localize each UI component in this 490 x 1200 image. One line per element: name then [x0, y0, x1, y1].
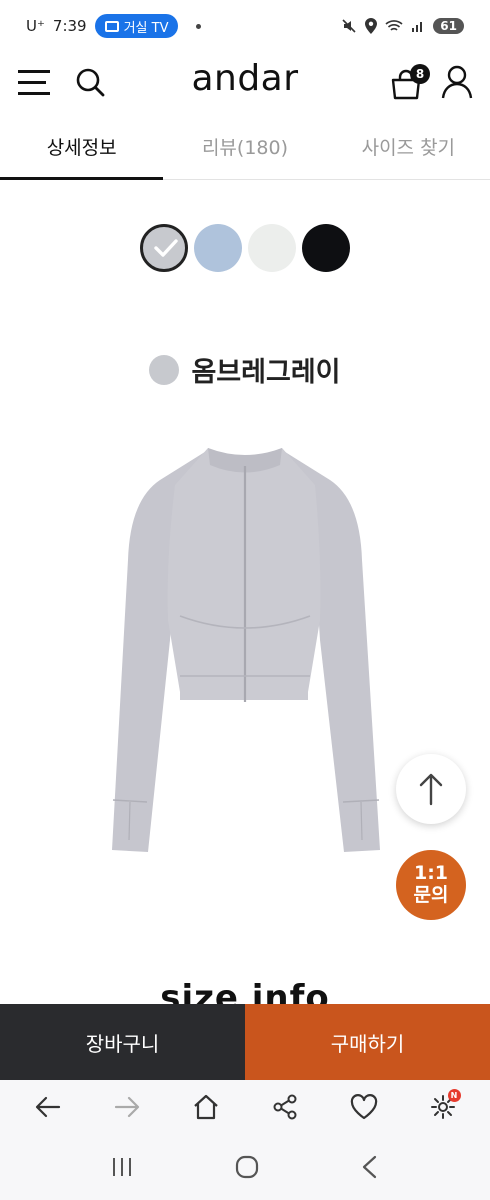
add-to-cart-button[interactable]: 장바구니: [0, 1004, 245, 1080]
selected-color-name: 옴브레그레이: [191, 357, 341, 388]
cast-label: 거실 TV: [123, 20, 169, 36]
cart-count-badge: 8: [410, 64, 430, 84]
tab-details[interactable]: 상세정보: [0, 114, 164, 180]
clock: 7:39: [52, 17, 87, 35]
new-badge-icon: N: [447, 1089, 461, 1102]
system-back-icon[interactable]: [360, 1155, 380, 1179]
check-icon: [154, 239, 178, 257]
selected-color-row: 옴브레그레이: [0, 350, 490, 389]
status-bar: U⁺ 7:39 거실 TV 61: [0, 0, 490, 52]
carrier-label: U⁺: [26, 17, 45, 35]
recent-apps-icon[interactable]: [110, 1156, 134, 1178]
wifi-icon: [385, 20, 403, 31]
tab-reviews[interactable]: 리뷰(180): [163, 114, 326, 179]
home-icon: [193, 1094, 218, 1120]
back-button[interactable]: [28, 1087, 68, 1127]
share-button[interactable]: [265, 1087, 305, 1127]
mute-icon: [342, 19, 356, 33]
selected-color-dot: [149, 354, 180, 385]
home-button[interactable]: [186, 1087, 226, 1127]
status-left: U⁺ 7:39 거실 TV: [26, 14, 202, 38]
color-swatches: [0, 224, 490, 272]
purchase-bar: 장바구니 구매하기: [0, 1004, 490, 1080]
inquiry-line-2: 문의: [413, 884, 449, 906]
user-icon[interactable]: [440, 64, 474, 100]
product-tabs: 상세정보 리뷰(180) 사이즈 찾기: [0, 114, 490, 180]
browser-toolbar: N: [0, 1080, 490, 1134]
scroll-to-top-button[interactable]: [396, 754, 466, 824]
arrow-up-icon: [419, 773, 443, 806]
signal-icon: [412, 22, 423, 32]
product-image: [112, 448, 380, 852]
status-right: 61: [341, 18, 464, 34]
swatch-white[interactable]: [248, 224, 296, 272]
swatch-ombre-gray[interactable]: [140, 224, 188, 272]
site-header: andar 8: [0, 52, 490, 114]
tab-size-finder[interactable]: 사이즈 찾기: [327, 114, 490, 179]
cast-chip[interactable]: 거실 TV: [94, 14, 179, 38]
swatch-black[interactable]: [302, 224, 350, 272]
system-navigation: [0, 1134, 490, 1200]
battery-indicator: 61: [433, 18, 464, 34]
one-to-one-inquiry-button[interactable]: 1:1 문의: [396, 850, 466, 920]
location-icon: [365, 18, 378, 34]
forward-button[interactable]: [107, 1087, 147, 1127]
home-circle-icon[interactable]: [234, 1154, 260, 1180]
swatch-light-blue[interactable]: [194, 224, 242, 272]
inquiry-line-1: 1:1: [413, 862, 449, 885]
settings-button[interactable]: N: [423, 1087, 463, 1127]
arrow-left-icon: [35, 1096, 60, 1118]
heart-icon: [350, 1094, 377, 1120]
notification-dot-icon: [196, 23, 202, 29]
arrow-right-icon: [114, 1096, 139, 1118]
tv-icon: [104, 20, 119, 32]
share-icon: [273, 1094, 296, 1120]
bookmark-button[interactable]: [344, 1087, 384, 1127]
buy-now-button[interactable]: 구매하기: [245, 1004, 490, 1080]
